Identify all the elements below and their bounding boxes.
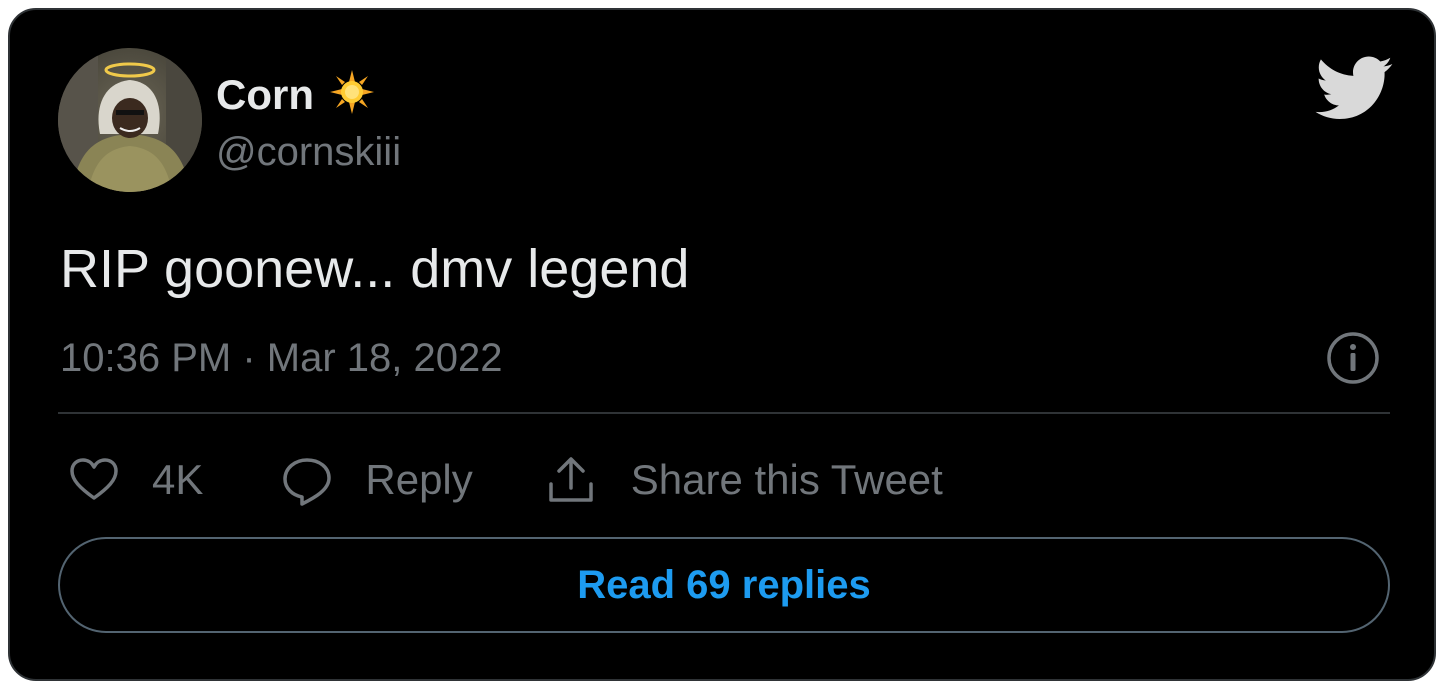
divider [58,412,1390,414]
tweet-card: Corn @cornskiii RIP goonew... dmv legend… [8,8,1436,681]
heart-icon [70,458,118,500]
avatar-photo [58,48,202,192]
speech-bubble-icon [283,458,332,506]
twitter-bird-icon[interactable] [1312,54,1394,125]
author-name[interactable]: Corn [216,70,314,120]
reply-label: Reply [365,456,473,503]
tweet-text: RIP goonew... dmv legend [60,239,690,299]
sun-emoji-icon [328,68,376,121]
share-button[interactable]: Share this Tweet [543,452,943,508]
author-name-row[interactable]: Corn [216,68,376,121]
read-replies-button[interactable]: Read 69 replies [58,537,1390,633]
like-count: 4K [152,456,204,503]
share-label: Share this Tweet [630,456,943,503]
tweet-actions: 4K Reply Share this Tweet [66,450,943,510]
author-handle[interactable]: @cornskiii [216,128,401,176]
like-button[interactable]: 4K [66,452,203,508]
avatar[interactable] [58,48,202,192]
share-upload-icon [549,457,593,502]
reply-button[interactable]: Reply [279,452,473,508]
tweet-timestamp[interactable]: 10:36 PM · Mar 18, 2022 [60,332,502,384]
info-icon[interactable] [1325,330,1381,386]
